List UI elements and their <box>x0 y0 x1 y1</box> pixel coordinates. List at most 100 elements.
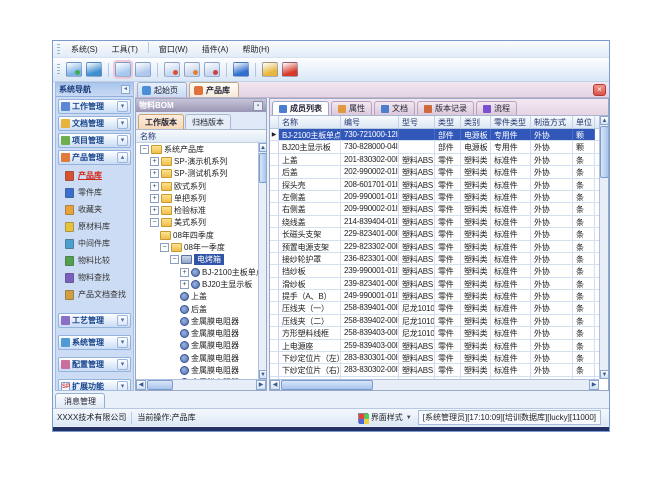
scroll-right-icon[interactable]: ▶ <box>256 380 266 390</box>
tree-node-电烤箱[interactable]: −电烤箱 <box>136 254 258 266</box>
chevron-down-icon[interactable]: ▾ <box>117 118 128 129</box>
tree-node-欧式系列[interactable]: +欧式系列 <box>136 180 258 192</box>
tab-产品库[interactable]: 产品库 <box>189 82 239 97</box>
scroll-left-icon[interactable]: ◀ <box>270 380 280 390</box>
tree-node-系统产品库[interactable]: −系统产品库 <box>136 143 258 155</box>
menu-item[interactable]: 帮助(H) <box>235 42 276 57</box>
table-row[interactable]: 右侧盖209-990002-01I塑料ABS零件塑料类标准件外协条 <box>270 203 599 215</box>
menu-item[interactable]: 窗口(W) <box>152 42 195 57</box>
table-row[interactable]: 左侧盖209-990001-01I塑料ABS零件塑料类标准件外协条 <box>270 191 599 203</box>
expand-icon[interactable]: + <box>150 169 159 178</box>
sidebar-item-收藏夹[interactable]: 收藏夹 <box>56 201 133 218</box>
sidebar-item-物料查找[interactable]: 物料查找 <box>56 269 133 286</box>
expand-icon[interactable]: + <box>150 182 159 191</box>
tab-流程[interactable]: 流程 <box>476 101 517 115</box>
sidebar-group-系统管理[interactable]: 系统管理▾ <box>58 335 131 350</box>
table-row[interactable]: 压线夹（一）258-839401-00I尼龙1010零件塑料类标准件外协条 <box>270 302 599 314</box>
tree-node-金属膜电阻器[interactable]: 金属膜电阻器 <box>136 352 258 364</box>
grid-vertical-scrollbar[interactable]: ▲ ▼ <box>599 116 608 379</box>
table-row[interactable]: 下纱定位片（左）283-830301-00I塑料ABS零件塑料类标准件外协条 <box>270 352 599 364</box>
tree-node-金属膜电阻器[interactable]: 金属膜电阻器 <box>136 364 258 376</box>
tree-node-美式系列[interactable]: −美式系列 <box>136 217 258 229</box>
window-mail-icon[interactable] <box>164 62 180 77</box>
collapse-icon[interactable]: − <box>150 218 159 227</box>
interface-style-icon[interactable] <box>358 413 368 423</box>
menu-item[interactable]: 插件(A) <box>195 42 236 57</box>
sidebar-item-原材料库[interactable]: 原材料库 <box>56 218 133 235</box>
sidebar-item-产品文档查找[interactable]: 产品文档查找 <box>56 286 133 303</box>
scroll-right-icon[interactable]: ▶ <box>589 380 599 390</box>
tab-归档版本[interactable]: 归档版本 <box>185 114 231 129</box>
tree-node-BJ20主显示板[interactable]: +BJ20主显示板 <box>136 278 258 290</box>
tree-node-金属膜电阻器[interactable]: 金属膜电阻器 <box>136 340 258 352</box>
expand-icon[interactable]: + <box>150 194 159 203</box>
sidebar-item-产品库[interactable]: 产品库 <box>56 167 133 184</box>
interface-style-label[interactable]: 界面样式 <box>371 412 403 423</box>
tree-node-单把系列[interactable]: +单把系列 <box>136 192 258 204</box>
table-row[interactable]: 上电源座259-839403-00I塑料ABS零件塑料类标准件外协条 <box>270 340 599 352</box>
column-header-单位[interactable]: 单位 <box>573 116 595 128</box>
sidebar-item-中间件库[interactable]: 中间件库 <box>56 235 133 252</box>
scroll-left-icon[interactable]: ◀ <box>136 380 146 390</box>
menubar-grip[interactable] <box>57 44 60 55</box>
expand-icon[interactable]: + <box>150 157 159 166</box>
column-header-编号[interactable]: 编号 <box>341 116 399 128</box>
table-row[interactable]: 挡纱板239-990001-01I塑料ABS零件塑料类标准件外协条 <box>270 265 599 277</box>
table-row[interactable]: 绕线盖214-839404-01I塑料ABS零件塑料类标准件外协条 <box>270 216 599 228</box>
collapse-icon[interactable]: − <box>160 243 169 252</box>
chevron-down-icon[interactable]: ▾ <box>117 337 128 348</box>
collapse-icon[interactable]: − <box>170 255 179 264</box>
chevron-down-icon[interactable]: ▾ <box>117 359 128 370</box>
grid-hscroll-thumb[interactable] <box>281 380 373 390</box>
expand-icon[interactable]: + <box>150 206 159 215</box>
chevron-down-icon[interactable]: ▾ <box>117 101 128 112</box>
tab-属性[interactable]: 属性 <box>331 101 372 115</box>
sidebar-group-文档管理[interactable]: 文档管理▾ <box>58 116 131 131</box>
tree-column-header[interactable]: 名称 <box>136 130 266 143</box>
menu-item[interactable]: 系统(S) <box>64 42 105 57</box>
column-header-类型[interactable]: 类型 <box>435 116 461 128</box>
tab-版本记录[interactable]: 版本记录 <box>417 101 474 115</box>
grid-vscroll-thumb[interactable] <box>600 126 608 178</box>
tree-node-金属膜电阻器[interactable]: 金属膜电阻器 <box>136 315 258 327</box>
globe-icon[interactable] <box>86 62 102 77</box>
expand-icon[interactable]: + <box>180 280 189 289</box>
sidebar-group-扩展功能[interactable]: SP扩展功能▾ <box>58 379 131 391</box>
grid-horizontal-scrollbar[interactable]: ◀ ▶ <box>270 379 599 390</box>
table-row[interactable]: 压线夹（二）258-839402-00I尼龙1010零件塑料类标准件外协条 <box>270 315 599 327</box>
sidebar-group-配置管理[interactable]: 配置管理▾ <box>58 357 131 372</box>
pin-icon[interactable]: ▪ <box>253 101 263 111</box>
tree-hscroll-thumb[interactable] <box>147 380 173 390</box>
sidebar-collapse-icon[interactable]: ◂ <box>121 85 130 94</box>
tree-node-BJ-2100主板单点[interactable]: +BJ-2100主板单点 <box>136 266 258 278</box>
table-row[interactable]: 探头壳208-601701-01I塑料ABS零件塑料类标准件外协条 <box>270 179 599 191</box>
layout-columns-icon[interactable] <box>135 62 151 77</box>
sidebar-group-工作管理[interactable]: 工作管理▾ <box>58 99 131 114</box>
table-row[interactable]: 滑纱板239-823401-00I塑料ABS零件塑料类标准件外协条 <box>270 278 599 290</box>
window-task-icon[interactable] <box>204 62 220 77</box>
tree-node-后盖[interactable]: 后盖 <box>136 303 258 315</box>
desktop-icon[interactable] <box>66 62 82 77</box>
tab-起始页[interactable]: 起始页 <box>137 82 187 97</box>
tree-node-检验标准[interactable]: +检验标准 <box>136 204 258 216</box>
table-row[interactable]: 下纱定位片（右）283-830302-00I塑料ABS零件塑料类标准件外协条 <box>270 364 599 376</box>
tree-node-上盖[interactable]: 上盖 <box>136 291 258 303</box>
menu-item[interactable]: 工具(T) <box>105 42 145 57</box>
column-header-零件类型[interactable]: 零件类型 <box>491 116 531 128</box>
tree-node-08年一季度[interactable]: −08年一季度 <box>136 241 258 253</box>
table-row[interactable]: 预置电源支架229-823302-00I塑料ABS零件塑料类标准件外协条 <box>270 241 599 253</box>
chevron-down-icon[interactable]: ▾ <box>117 135 128 146</box>
window-alert-icon[interactable] <box>184 62 200 77</box>
sidebar-group-工艺管理[interactable]: 工艺管理▾ <box>58 313 131 328</box>
tab-message-management[interactable]: 消息管理 <box>55 393 105 408</box>
sidebar-item-物料比较[interactable]: 物料比较 <box>56 252 133 269</box>
scroll-up-icon[interactable]: ▲ <box>259 143 266 152</box>
tree-node-SP-演示机系列[interactable]: +SP-演示机系列 <box>136 155 258 167</box>
tree-node-08年四季度[interactable]: 08年四季度 <box>136 229 258 241</box>
toolbar-grip[interactable] <box>57 64 60 75</box>
tree-vscroll-thumb[interactable] <box>259 153 266 183</box>
scroll-up-icon[interactable]: ▲ <box>600 116 608 125</box>
close-tab-button[interactable]: × <box>593 84 606 96</box>
help-icon[interactable] <box>233 62 249 77</box>
logout-icon[interactable] <box>282 62 298 77</box>
